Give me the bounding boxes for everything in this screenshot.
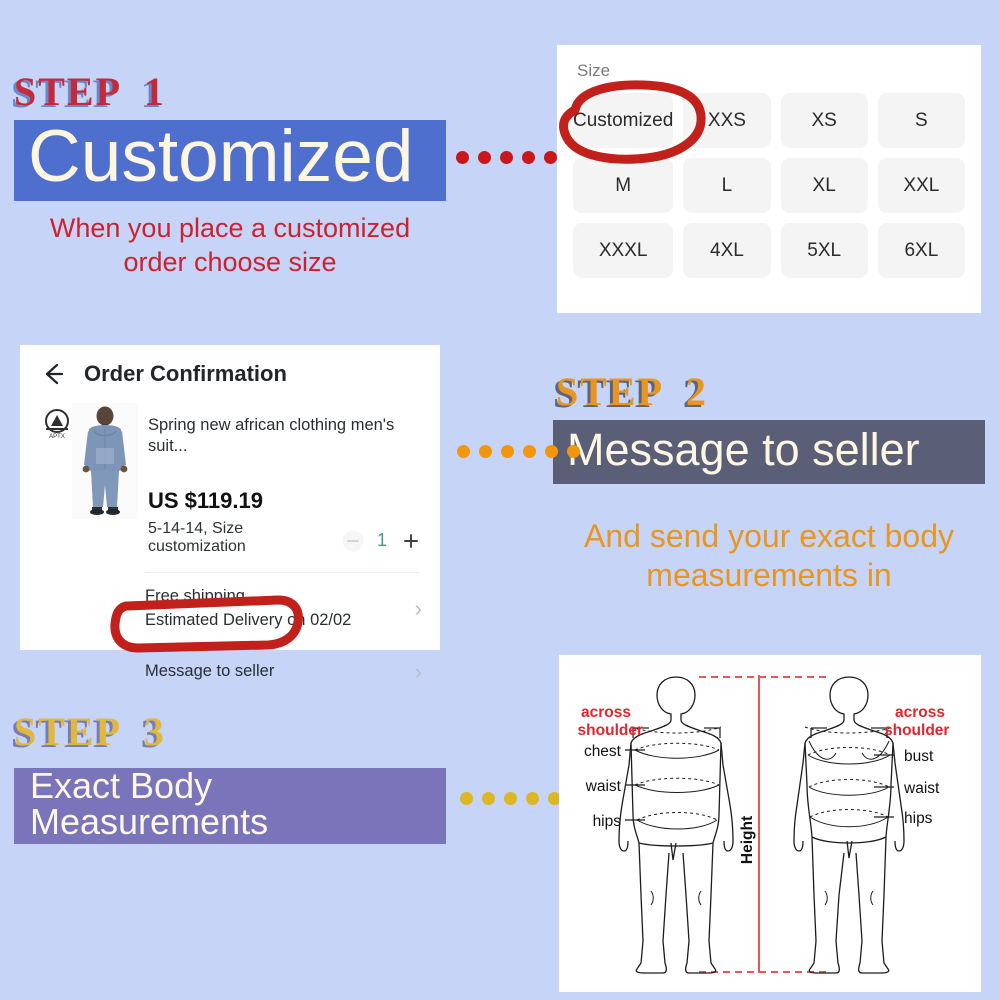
size-option-xxxl[interactable]: XXXL — [573, 223, 674, 278]
product-thumbnail[interactable]: APTX — [40, 401, 140, 521]
message-to-seller-row[interactable]: Message to seller › — [20, 643, 440, 695]
left-waist-label: waist — [585, 778, 622, 795]
product-description[interactable]: Spring new african clothing men's suit..… — [148, 415, 422, 458]
size-option-xs[interactable]: XS — [780, 93, 868, 148]
size-option-4xl[interactable]: 4XL — [683, 223, 771, 278]
step-2-banner-label: Message to seller — [567, 423, 920, 475]
left-chest-label: chest — [584, 743, 622, 760]
size-option-5xl[interactable]: 5XL — [780, 223, 868, 278]
order-product-row: APTX Spring new african clothing men's s… — [20, 397, 440, 556]
height-label: Height — [739, 816, 756, 864]
size-option-xxl[interactable]: XXL — [877, 158, 965, 213]
message-chevron-icon: › — [414, 658, 422, 684]
size-option-s[interactable]: S — [877, 93, 965, 148]
step-1-banner-label: Customized — [28, 116, 414, 197]
plus-icon — [404, 533, 418, 548]
quantity-value: 1 — [376, 530, 387, 551]
step-3-banner-label: Exact Body Measurements — [30, 765, 269, 842]
step-3-banner: Exact Body Measurements — [14, 768, 446, 844]
quantity-increase-button[interactable] — [400, 530, 422, 552]
right-shoulder-label: shoulder — [884, 722, 949, 739]
step-2-caption: And send your exact body measurements in — [553, 517, 985, 595]
minus-icon — [342, 530, 364, 552]
right-across-label: across — [895, 704, 945, 721]
step-1-heading: STEP 1 — [14, 69, 166, 114]
quantity-stepper[interactable]: 1 — [342, 530, 422, 556]
instruction-graphic: STEP 1 Customized When you place a custo… — [0, 0, 1000, 1000]
left-hips-label: hips — [593, 813, 622, 830]
body-measurement-diagram: Height across shoulder chest waist hips … — [559, 655, 981, 992]
shipping-row[interactable]: Free shipping Estimated Delivery on 02/0… — [20, 573, 440, 643]
size-selector-panel: Size Customized XXS XS S M L XL XXL XXXL… — [557, 45, 981, 313]
product-details: Spring new african clothing men's suit..… — [140, 401, 422, 556]
step-2-banner: Message to seller — [553, 420, 985, 484]
step-1-banner: Customized — [14, 120, 446, 201]
step-3-heading: STEP 3 — [14, 709, 166, 754]
size-option-grid: Customized XXS XS S M L XL XXL XXXL 4XL … — [573, 93, 965, 278]
price-and-quantity-row: US $119.19 5-14-14, Size customization 1 — [148, 488, 422, 556]
order-confirmation-card: Order Confirmation APTX Spring new afric… — [20, 345, 440, 684]
step-2-connector-dots — [457, 445, 580, 458]
product-price: US $119.19 — [148, 487, 263, 513]
order-card-title: Order Confirmation — [84, 361, 287, 386]
step-2-heading: STEP 2 — [556, 369, 708, 414]
product-variant: 5-14-14, Size customization — [148, 519, 246, 555]
shipping-line-2: Estimated Delivery on 02/02 — [145, 610, 352, 629]
left-across-label: across — [581, 704, 631, 721]
right-hips-label: hips — [904, 810, 933, 827]
message-to-seller-label: Message to seller — [145, 661, 275, 680]
size-option-6xl[interactable]: 6XL — [877, 223, 965, 278]
size-option-l[interactable]: L — [683, 158, 771, 213]
body-measurement-diagram-panel: Height across shoulder chest waist hips … — [559, 655, 981, 992]
size-option-xxs[interactable]: XXS — [683, 93, 771, 148]
step-1-caption-line-1: When you place a customized — [49, 213, 411, 243]
step-2-caption-line-1: And send your exact body — [583, 518, 954, 554]
size-option-m[interactable]: M — [573, 158, 674, 213]
right-bust-label: bust — [904, 748, 934, 765]
arrow-left-icon[interactable] — [40, 361, 66, 387]
left-shoulder-label: shoulder — [578, 722, 643, 739]
right-waist-label: waist — [903, 780, 940, 797]
shipping-chevron-icon: › — [414, 595, 422, 621]
size-panel-label: Size — [577, 61, 611, 80]
shipping-line-1: Free shipping — [145, 586, 245, 605]
step-1-caption: When you place a customized order choose… — [14, 212, 446, 280]
product-image — [72, 403, 138, 519]
brand-badge-icon: APTX — [45, 409, 69, 440]
step-1-caption-line-2: order choose size — [123, 246, 337, 277]
order-card-header: Order Confirmation — [20, 345, 440, 397]
svg-text:APTX: APTX — [49, 434, 65, 440]
size-option-customized[interactable]: Customized — [573, 93, 674, 148]
step-2-caption-line-2: measurements in — [646, 557, 892, 594]
size-option-xl[interactable]: XL — [780, 158, 868, 213]
quantity-decrease-button[interactable] — [342, 530, 364, 552]
